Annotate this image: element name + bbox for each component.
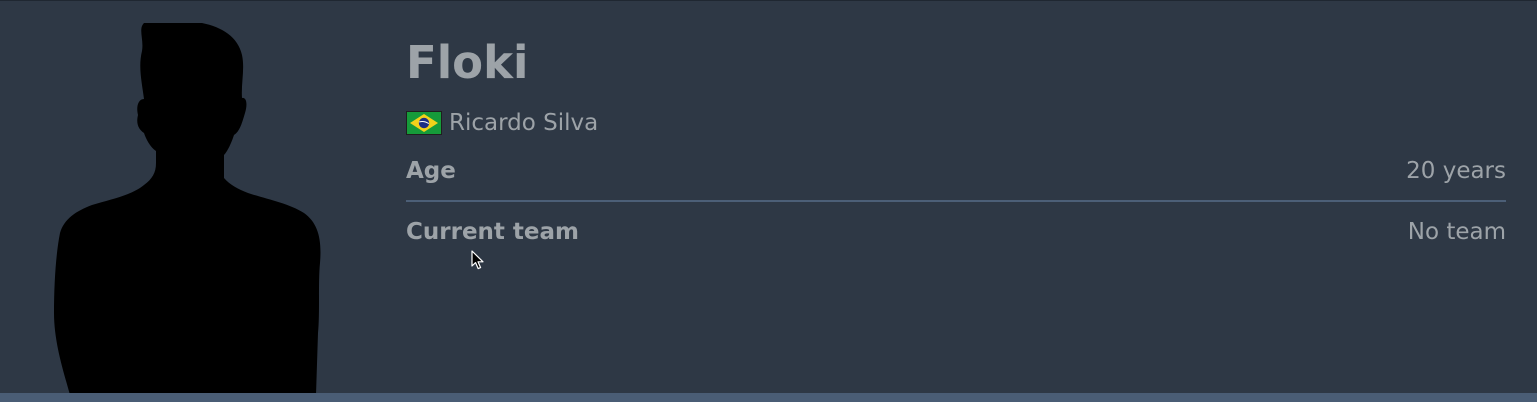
player-profile-card: Floki Ricardo Silva Age 20 years Current… [0,0,1537,402]
bottom-bar [0,393,1537,402]
mouse-cursor-icon [471,250,484,270]
player-silhouette-icon [52,23,324,395]
age-row: Age 20 years [406,151,1506,191]
age-value: 20 years [1406,158,1506,184]
current-team-label: Current team [406,219,579,245]
age-label: Age [406,158,456,184]
player-nickname: Floki [406,36,529,89]
divider [406,200,1506,202]
current-team-row: Current team No team [406,212,1506,252]
current-team-value: No team [1407,219,1506,245]
brazil-flag-icon [406,111,442,135]
player-real-name: Ricardo Silva [449,110,599,136]
real-name-row: Ricardo Silva [406,107,598,139]
